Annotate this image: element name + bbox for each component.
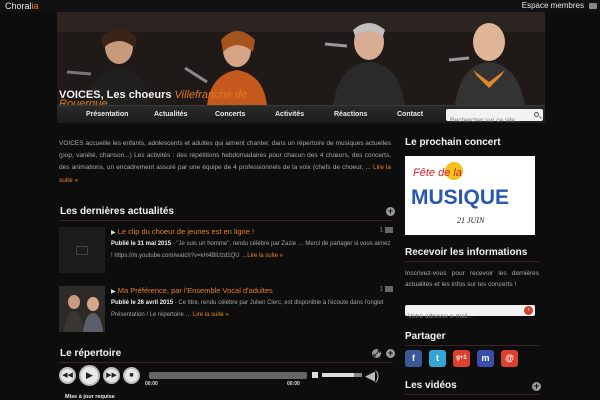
nav-concerts[interactable]: Concerts bbox=[215, 106, 245, 124]
top-bar: Choralia Espace membres bbox=[0, 0, 600, 12]
divider bbox=[405, 394, 539, 395]
rewind-button[interactable]: ◀◀ bbox=[59, 367, 76, 384]
member-area-link[interactable]: Espace membres bbox=[522, 0, 584, 12]
play-icon: ▶ bbox=[86, 370, 93, 380]
brand-accent: ia bbox=[31, 1, 39, 11]
current-time: 00:00 bbox=[145, 381, 158, 387]
share-heading: Partager bbox=[405, 331, 446, 342]
news-date: Publié le 31 mai 2015 bbox=[111, 241, 172, 247]
concert-poster[interactable]: Fête de la MUSIQUE 21 JUIN bbox=[405, 156, 535, 235]
chorallia-logo[interactable]: Choralia bbox=[5, 0, 39, 12]
concert-heading: Le prochain concert bbox=[405, 137, 501, 148]
divider bbox=[59, 220, 393, 221]
video-icon bbox=[76, 246, 88, 255]
news-title: Ma Préférence, par l'Ensemble Vocal d'ad… bbox=[117, 286, 273, 295]
plus-icon[interactable]: + bbox=[386, 349, 395, 358]
myspace-icon[interactable]: m bbox=[477, 350, 494, 367]
divider bbox=[59, 362, 393, 363]
intro-paragraph: VOICES accueille les enfants, adolescent… bbox=[59, 140, 391, 172]
volume-slider[interactable] bbox=[322, 373, 362, 377]
play-button[interactable]: ▶ bbox=[79, 365, 100, 386]
search-box bbox=[446, 109, 543, 127]
plus-icon[interactable]: + bbox=[532, 382, 541, 391]
poster-line2: MUSIQUE bbox=[411, 186, 509, 209]
google-plus-icon[interactable]: g+1 bbox=[453, 350, 470, 367]
divider bbox=[405, 261, 539, 262]
sidebar: Le prochain concert Fête de la MUSIQUE 2… bbox=[403, 123, 543, 400]
stop-button[interactable]: ■ bbox=[123, 367, 140, 384]
comment-count-value: 1 bbox=[379, 286, 383, 293]
news-heading: Les dernières actualités bbox=[60, 206, 174, 217]
info-text: Inscrivez-vous pour recevoir les dernièr… bbox=[405, 270, 539, 289]
lock-icon[interactable] bbox=[589, 3, 597, 9]
email-field[interactable] bbox=[405, 311, 517, 322]
news-read-more-link[interactable]: Lire la suite » bbox=[193, 312, 229, 318]
twitter-icon[interactable]: t bbox=[429, 350, 446, 367]
total-time: 00:00 bbox=[287, 381, 300, 387]
news-title-link[interactable]: ▶ Ma Préférence, par l'Ensemble Vocal d'… bbox=[111, 286, 273, 295]
intro-text: VOICES accueille les enfants, adolescent… bbox=[59, 138, 391, 187]
nav-actualites[interactable]: Actualités bbox=[154, 106, 187, 124]
news-date: Publié le 26 avril 2015 bbox=[111, 300, 174, 306]
comment-count[interactable]: 1 bbox=[380, 286, 393, 293]
news-item: ▶ Le clip du choeur de jeunes est en lig… bbox=[59, 227, 393, 277]
rewind-icon: ◀◀ bbox=[62, 372, 73, 379]
comment-icon bbox=[385, 286, 393, 292]
update-notice: Mise à jour requise bbox=[65, 394, 115, 400]
info-heading: Recevoir les informations bbox=[405, 247, 528, 258]
poster-line1: Fête de la bbox=[413, 167, 462, 179]
main-nav: Présentation Actualités Concerts Activit… bbox=[57, 105, 545, 127]
videos-heading: Les vidéos bbox=[405, 380, 457, 391]
news-excerpt: Publié le 26 avril 2015 - Ce titre, rend… bbox=[111, 298, 391, 321]
seek-bar[interactable] bbox=[149, 372, 307, 379]
news-title-link[interactable]: ▶ Le clip du choeur de jeunes est en lig… bbox=[111, 227, 254, 236]
divider bbox=[405, 345, 539, 346]
nav-presentation[interactable]: Présentation bbox=[86, 106, 128, 124]
nav-contact[interactable]: Contact bbox=[397, 106, 423, 124]
newsletter-box: › bbox=[405, 305, 535, 322]
news-read-more-link[interactable]: Lire la suite » bbox=[247, 253, 283, 259]
audio-player: ◀◀ ▶ ▶▶ ■ 00:00 00:00 ◀) bbox=[59, 365, 389, 387]
poster-line3: 21 JUIN bbox=[457, 216, 485, 225]
brand-main: Choral bbox=[5, 1, 32, 11]
news-title: Le clip du choeur de jeunes est en ligne… bbox=[117, 227, 255, 236]
news-thumbnail[interactable] bbox=[59, 286, 105, 332]
repertoire-heading: Le répertoire bbox=[60, 348, 122, 359]
facebook-icon[interactable]: f bbox=[405, 350, 422, 367]
comment-count[interactable]: 1 bbox=[380, 227, 393, 234]
main-column: VOICES accueille les enfants, adolescent… bbox=[57, 123, 395, 400]
nav-activites[interactable]: Activités bbox=[275, 106, 304, 124]
subscribe-button[interactable]: › bbox=[524, 306, 533, 315]
volume-icon[interactable] bbox=[312, 372, 318, 378]
news-excerpt: Publié le 31 mai 2015 - "Je suis un homm… bbox=[111, 239, 391, 262]
singers-photo bbox=[59, 286, 105, 332]
stop-icon: ■ bbox=[129, 372, 134, 379]
arrow-icon: ▶ bbox=[111, 289, 116, 295]
fete-musique-logo: Fête de la MUSIQUE 21 JUIN bbox=[405, 156, 535, 235]
volume-level bbox=[322, 373, 354, 377]
comment-icon bbox=[385, 227, 393, 233]
email-icon[interactable]: @ bbox=[501, 350, 518, 367]
site-subtitle: Villefranche de bbox=[174, 89, 248, 101]
news-item: ▶ Ma Préférence, par l'Ensemble Vocal d'… bbox=[59, 286, 393, 336]
arrow-icon: ▶ bbox=[111, 230, 116, 236]
expand-icon[interactable]: ⤢ bbox=[372, 349, 381, 358]
comment-count-value: 1 bbox=[379, 227, 383, 234]
search-icon[interactable] bbox=[534, 112, 539, 117]
plus-icon[interactable]: + bbox=[386, 207, 395, 216]
nav-reactions[interactable]: Réactions bbox=[334, 106, 367, 124]
forward-button[interactable]: ▶▶ bbox=[103, 367, 120, 384]
news-thumbnail[interactable] bbox=[59, 227, 105, 273]
forward-icon: ▶▶ bbox=[106, 372, 117, 379]
volume-max-icon[interactable]: ◀) bbox=[365, 369, 379, 382]
